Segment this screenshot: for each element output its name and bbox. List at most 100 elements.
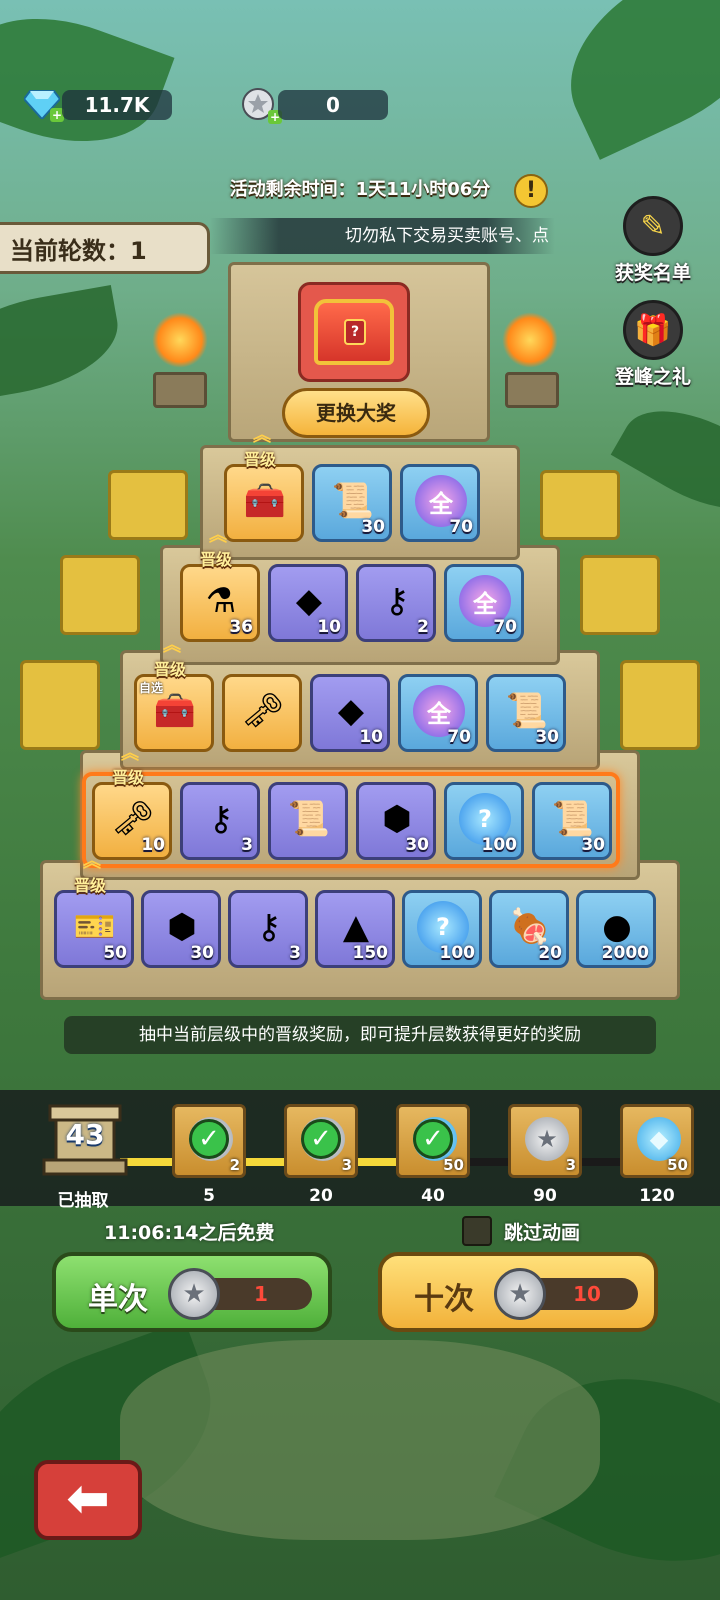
gem-balance: 11.7K xyxy=(62,90,172,120)
reward-slot[interactable]: 🧰 自选 xyxy=(134,674,214,752)
reward-slot[interactable]: ? 100 xyxy=(402,890,482,968)
reward-count: 70 xyxy=(493,617,517,637)
milestone-reward-count: 50 xyxy=(667,1156,688,1174)
single-draw-label: 单次 xyxy=(88,1282,148,1317)
claimed-check-icon: ✓ xyxy=(301,1119,341,1159)
reward-count: 100 xyxy=(481,835,518,855)
milestone-reward[interactable]: ★✓2 xyxy=(172,1104,246,1178)
reward-slot[interactable]: 全 70 xyxy=(400,464,480,542)
swap-grand-prize-button[interactable]: 更换大奖 xyxy=(282,388,430,438)
reward-count: 36 xyxy=(229,617,253,637)
reward-slot[interactable]: ⚷ 2 xyxy=(356,564,436,642)
reward-slot[interactable]: ⚷ 3 xyxy=(180,782,260,860)
reward-count: 30 xyxy=(405,835,429,855)
reward-slot[interactable]: 📜 xyxy=(268,782,348,860)
reward-slot[interactable]: 🎫 50 xyxy=(54,890,134,968)
milestone-threshold: 90 xyxy=(533,1186,557,1206)
reward-slot[interactable]: 📜 30 xyxy=(532,782,612,860)
coin-count: 0 xyxy=(326,93,340,117)
free-draw-timer: 11:06:14之后免费 xyxy=(104,1222,275,1244)
skip-animation-checkbox[interactable] xyxy=(462,1216,492,1246)
ten-draw-button[interactable]: 十次 ★ 10 xyxy=(378,1252,658,1332)
gem-count: 11.7K xyxy=(84,93,150,117)
milestone-threshold: 5 xyxy=(203,1186,215,1206)
milestone-threshold: 40 xyxy=(421,1186,445,1206)
peak-gift-button[interactable]: 🎁 登峰之礼 xyxy=(598,300,708,389)
reward-slot[interactable]: 全 70 xyxy=(398,674,478,752)
info-icon[interactable]: ! xyxy=(514,174,548,208)
winners-list-icon: ✎ xyxy=(623,196,683,256)
gem-icon: + xyxy=(22,86,64,122)
gem-icon: ◆ xyxy=(637,1117,681,1161)
skip-animation-label: 跳过动画 xyxy=(504,1222,581,1244)
purple-scroll-icon: 📜 xyxy=(287,799,331,839)
reward-slot[interactable]: ⬢ 30 xyxy=(141,890,221,968)
reward-slot[interactable]: ? 100 xyxy=(444,782,524,860)
reward-count: 100 xyxy=(439,943,476,963)
scrolling-notice: 切勿私下交易买卖账号、点 xyxy=(210,218,555,254)
reward-slot[interactable]: ● 2000 xyxy=(576,890,656,968)
reward-count: 70 xyxy=(449,517,473,537)
reward-count: 10 xyxy=(141,835,165,855)
single-draw-button[interactable]: 单次 ★ 1 xyxy=(52,1252,332,1332)
promotion-label: 晋级 xyxy=(200,550,233,569)
silver-coin-icon: ★ xyxy=(525,1117,569,1161)
reward-count: 150 xyxy=(352,943,389,963)
reward-slot[interactable]: 🧰 xyxy=(224,464,304,542)
reward-count: 3 xyxy=(289,943,301,963)
drawn-label: 已抽取 xyxy=(57,1191,109,1211)
milestone-threshold: 120 xyxy=(639,1186,675,1206)
milestone-reward-count: 3 xyxy=(565,1156,576,1174)
reward-slot[interactable]: ◆ 10 xyxy=(268,564,348,642)
milestone-reward[interactable]: ★ 3 xyxy=(508,1104,582,1178)
reward-count: 20 xyxy=(538,943,562,963)
reward-count: 2000 xyxy=(601,943,649,963)
silver-coin-icon: + xyxy=(238,86,282,124)
reward-slot[interactable]: 🗝 xyxy=(222,674,302,752)
reward-slot[interactable]: ⬢ 30 xyxy=(356,782,436,860)
milestone-reward[interactable]: ◆✓50 xyxy=(396,1104,470,1178)
reward-count: 30 xyxy=(361,517,385,537)
grand-prize-slot[interactable]: ? xyxy=(298,282,410,382)
reward-count: 3 xyxy=(241,835,253,855)
ten-draw-label: 十次 xyxy=(414,1282,474,1317)
silver-key-icon: ⚷ xyxy=(208,799,234,839)
peak-gift-label: 登峰之礼 xyxy=(614,366,691,388)
round-counter: 当前轮数：1 xyxy=(0,222,210,274)
drawn-counter: 43 xyxy=(40,1100,130,1178)
reward-count: 30 xyxy=(190,943,214,963)
reward-count: 50 xyxy=(103,943,127,963)
promotion-label: 晋级 xyxy=(244,450,277,469)
winners-list-label: 获奖名单 xyxy=(614,262,691,284)
drawn-count: 43 xyxy=(65,1118,105,1151)
milestone-reward[interactable]: ◆ 50 xyxy=(620,1104,694,1178)
reward-count: 10 xyxy=(317,617,341,637)
promotion-hint: 抽中当前层级中的晋级奖励，即可提升层数获得更好的奖励 xyxy=(64,1016,656,1054)
reward-slot[interactable]: 🗝 10 xyxy=(92,782,172,860)
reward-count: 30 xyxy=(535,727,559,747)
silver-coin-icon: ★ xyxy=(494,1268,546,1320)
claimed-check-icon: ✓ xyxy=(413,1119,453,1159)
reward-slot[interactable]: ◆ 10 xyxy=(310,674,390,752)
milestone-reward-count: 2 xyxy=(229,1156,240,1174)
reward-slot[interactable]: ⚗ 36 xyxy=(180,564,260,642)
silver-coin-icon: ★ xyxy=(168,1268,220,1320)
silver-key-icon: ⚷ xyxy=(384,581,410,621)
reward-count: 30 xyxy=(581,835,605,855)
reward-slot[interactable]: ▲ 150 xyxy=(315,890,395,968)
reward-count: 2 xyxy=(417,617,429,637)
back-arrow-icon[interactable]: ⬅ xyxy=(34,1460,142,1540)
milestone-threshold: 20 xyxy=(309,1186,333,1206)
milestone-reward[interactable]: ★✓3 xyxy=(284,1104,358,1178)
winners-list-button[interactable]: ✎ 获奖名单 xyxy=(598,196,708,285)
reward-slot[interactable]: ⚷ 3 xyxy=(228,890,308,968)
promotion-label: 晋级 xyxy=(74,876,107,895)
gold-key-icon: 🗝 xyxy=(241,691,285,731)
promotion-label: 晋级 xyxy=(112,768,145,787)
reward-slot[interactable]: 全 70 xyxy=(444,564,524,642)
reward-slot[interactable]: 📜 30 xyxy=(486,674,566,752)
claimed-check-icon: ✓ xyxy=(189,1119,229,1159)
reward-slot[interactable]: 📜 30 xyxy=(312,464,392,542)
reward-slot[interactable]: 🍖 20 xyxy=(489,890,569,968)
coin-balance: 0 xyxy=(278,90,388,120)
